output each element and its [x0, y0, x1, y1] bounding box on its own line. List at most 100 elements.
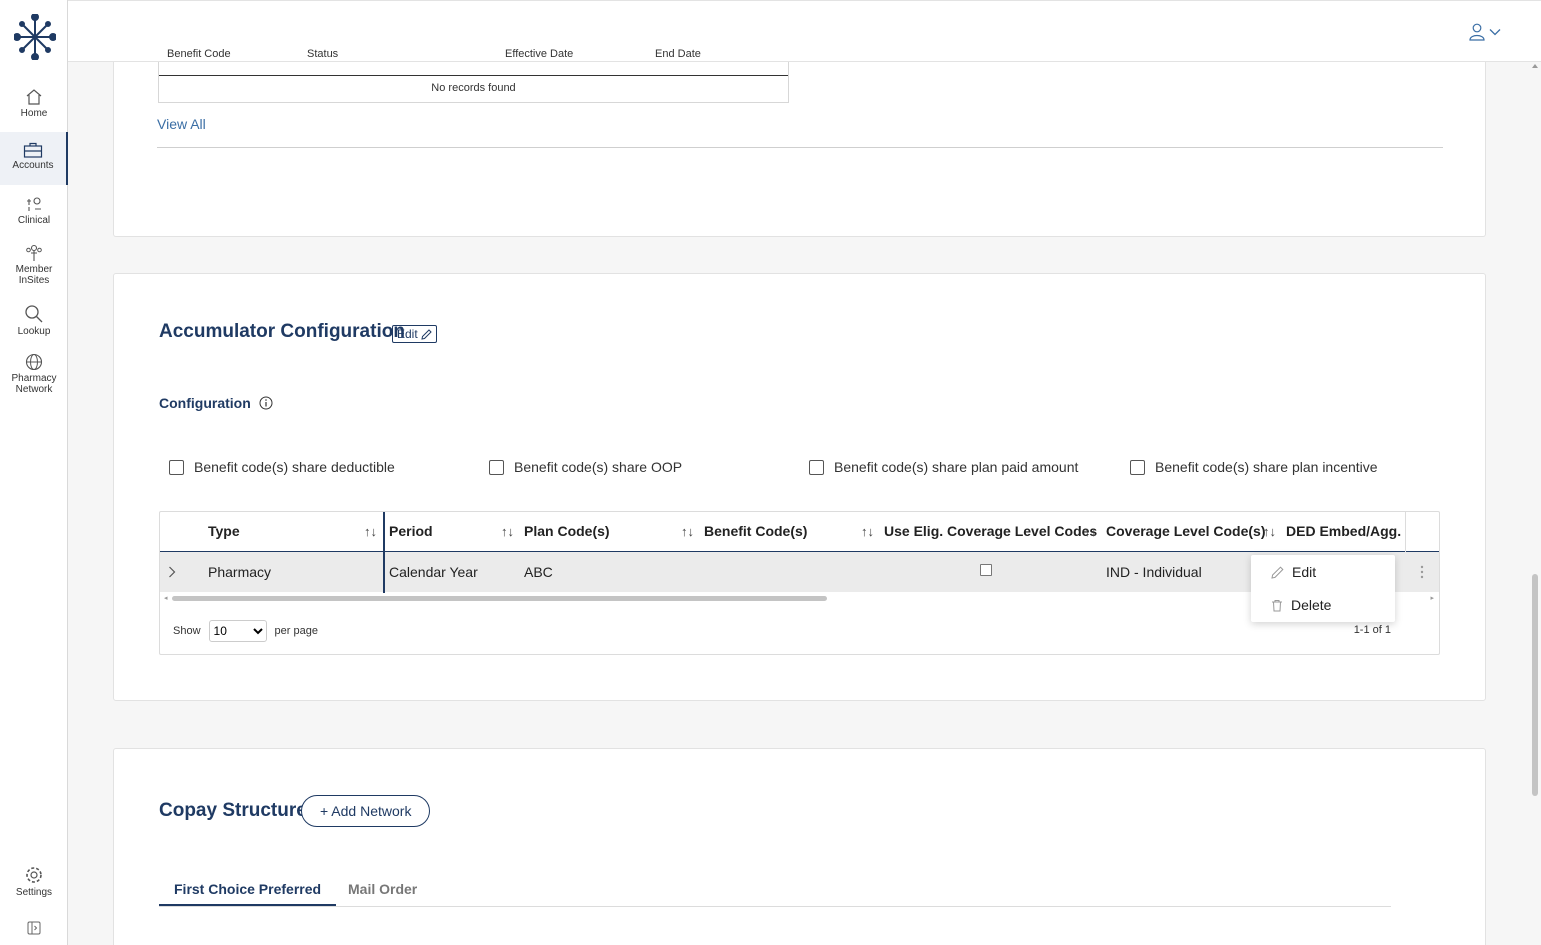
column-header-coverage-level[interactable]: Coverage Level Code(s)	[1106, 523, 1266, 539]
sidebar-item-pharmacy-network[interactable]: Pharmacy Network	[0, 353, 68, 395]
context-menu-label: Edit	[1292, 564, 1317, 580]
column-header-ded-embed[interactable]: DED Embed/Agg.	[1286, 523, 1401, 539]
grid-header: Type ↑↓ Period ↑↓ Plan Code(s) ↑↓ Benefi…	[160, 512, 1439, 552]
app-logo[interactable]	[14, 14, 56, 60]
row-context-menu: Edit Delete	[1251, 555, 1395, 622]
scrollbar-thumb[interactable]	[172, 596, 827, 601]
checkbox[interactable]	[169, 459, 184, 475]
sort-icon[interactable]: ↑↓	[364, 524, 377, 539]
share-plan-paid-checkbox[interactable]: Benefit code(s) share plan paid amount	[809, 459, 1078, 475]
user-menu[interactable]	[1469, 23, 1501, 41]
tab-first-choice-preferred[interactable]: First Choice Preferred	[159, 881, 337, 906]
scroll-left-arrow[interactable]: ◂	[164, 594, 168, 602]
scroll-up-arrow[interactable]	[1532, 64, 1538, 68]
scrollbar-thumb[interactable]	[1532, 574, 1538, 796]
sidebar-item-member-insites[interactable]: Member InSites	[0, 244, 68, 286]
sidebar-item-label: Lookup	[17, 326, 51, 337]
user-icon	[1469, 23, 1485, 41]
pencil-icon	[1271, 565, 1284, 579]
page-info: 1-1 of 1	[1353, 624, 1391, 636]
column-divider	[1405, 512, 1406, 552]
sidebar-item-settings[interactable]: Settings	[0, 865, 68, 898]
checkbox[interactable]	[1130, 459, 1145, 475]
sidebar-item-clinical[interactable]: Clinical	[0, 197, 68, 226]
context-menu-edit[interactable]: Edit	[1271, 564, 1316, 580]
share-plan-incentive-checkbox[interactable]: Benefit code(s) share plan incentive	[1130, 459, 1378, 475]
scroll-right-arrow[interactable]: ▸	[1430, 594, 1434, 602]
network-tabs: First Choice Preferred Mail Order	[159, 879, 1391, 907]
column-header[interactable]: Benefit Code	[167, 48, 231, 60]
column-header-benefit-codes[interactable]: Benefit Code(s)	[704, 523, 807, 539]
search-icon	[25, 305, 43, 323]
column-header[interactable]: Status	[307, 48, 338, 60]
sort-icon[interactable]: ↑↓	[681, 524, 694, 539]
edit-label: Edit	[397, 327, 418, 341]
configuration-label: Configuration	[159, 395, 251, 411]
sidebar: Home Accounts Clinical Member InSites Lo…	[0, 0, 68, 945]
context-menu-label: Delete	[1291, 597, 1332, 613]
sidebar-item-label: Settings	[15, 887, 53, 898]
sort-icon[interactable]: ↑↓	[1263, 524, 1276, 539]
clinical-icon	[27, 197, 41, 211]
accumulator-configuration-card: Accumulator Configuration Edit Configura…	[113, 273, 1486, 701]
add-network-button[interactable]: + Add Network	[301, 795, 431, 827]
sidebar-item-label: Clinical	[17, 215, 51, 226]
divider	[157, 147, 1443, 148]
checkbox[interactable]	[809, 459, 824, 475]
sidebar-item-label: Member InSites	[15, 264, 53, 286]
copay-title: Copay Structure	[159, 800, 307, 821]
briefcase-icon	[23, 142, 43, 158]
per-page-select[interactable]: 10	[208, 620, 267, 642]
checkbox[interactable]	[489, 459, 504, 475]
benefit-codes-table: Benefit Code Status Effective Date End D…	[158, 48, 789, 103]
cell-type: Pharmacy	[208, 564, 272, 580]
accumulator-grid: Type ↑↓ Period ↑↓ Plan Code(s) ↑↓ Benefi…	[159, 511, 1440, 655]
no-records-message: No records found	[431, 82, 516, 94]
sidebar-item-label: Accounts	[12, 160, 54, 171]
per-page-label: per page	[274, 625, 318, 637]
table-header: Benefit Code Status Effective Date End D…	[159, 48, 788, 76]
page-scrollbar[interactable]	[1529, 62, 1541, 945]
copay-structure-card: Copay Structure + Add Network First Choi…	[113, 748, 1486, 945]
column-header-plan-codes[interactable]: Plan Code(s)	[524, 523, 610, 539]
sidebar-item-home[interactable]: Home	[0, 88, 68, 119]
show-label: Show	[173, 625, 201, 637]
sidebar-item-lookup[interactable]: Lookup	[0, 304, 68, 337]
share-oop-checkbox[interactable]: Benefit code(s) share OOP	[489, 459, 682, 475]
grid-horizontal-scrollbar[interactable]: ◂ ▸	[164, 594, 1434, 602]
view-all-link[interactable]: View All	[157, 116, 206, 132]
cell-coverage-level: IND - Individual	[1106, 564, 1202, 580]
share-deductible-checkbox[interactable]: Benefit code(s) share deductible	[169, 459, 395, 475]
expand-chevron-icon[interactable]	[168, 566, 176, 578]
sort-icon[interactable]: ↑↓	[1084, 524, 1097, 539]
info-icon[interactable]	[259, 396, 273, 410]
table-row[interactable]: Pharmacy Calendar Year ABC IND - Individ…	[160, 552, 1439, 592]
sort-icon[interactable]: ↑↓	[861, 524, 874, 539]
column-header-use-elig-coverage[interactable]: Use Elig. Coverage Level Codes	[884, 523, 1097, 539]
cell-period: Calendar Year	[389, 564, 478, 580]
pinned-column-divider	[383, 512, 385, 593]
column-header-period[interactable]: Period	[389, 523, 433, 539]
row-actions-icon[interactable]	[1420, 565, 1424, 579]
accumulator-edit-button[interactable]: Edit	[392, 325, 437, 343]
configuration-subtitle: Configuration	[159, 395, 273, 411]
sort-icon[interactable]: ↑↓	[501, 524, 514, 539]
checkbox-label: Benefit code(s) share plan incentive	[1155, 459, 1378, 475]
context-menu-delete[interactable]: Delete	[1271, 597, 1331, 613]
benefit-codes-card: Benefit Code Status Effective Date End D…	[113, 48, 1486, 237]
column-header-type[interactable]: Type	[208, 523, 240, 539]
cell-plan-code: ABC	[524, 564, 553, 580]
trash-icon	[1272, 599, 1282, 611]
checkbox-label: Benefit code(s) share plan paid amount	[834, 459, 1079, 475]
accumulator-title: Accumulator Configuration	[159, 321, 405, 342]
use-elig-checkbox[interactable]	[980, 564, 992, 576]
collapse-sidebar-button[interactable]	[0, 921, 68, 937]
sidebar-item-accounts[interactable]: Accounts	[0, 132, 68, 185]
tab-mail-order[interactable]: Mail Order	[348, 881, 417, 904]
sidebar-item-label: Pharmacy Network	[11, 373, 57, 395]
sidebar-toggle-icon	[27, 921, 41, 935]
gear-icon	[26, 867, 42, 883]
column-header[interactable]: End Date	[655, 48, 701, 60]
column-header[interactable]: Effective Date	[505, 48, 573, 60]
checkbox-label: Benefit code(s) share deductible	[194, 459, 395, 475]
